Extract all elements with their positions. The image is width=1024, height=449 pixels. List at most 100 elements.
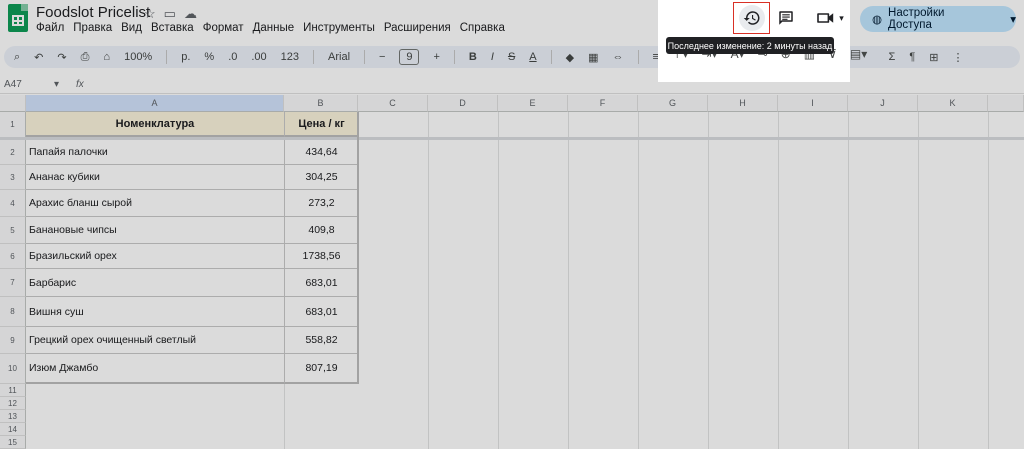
divider — [313, 50, 315, 64]
table-cell-price[interactable]: 1738,56 — [284, 244, 358, 269]
column-header-a[interactable]: A — [26, 95, 284, 112]
row-header[interactable]: 6 — [0, 244, 26, 269]
row-header[interactable]: 7 — [0, 269, 26, 297]
column-header-h[interactable]: H — [708, 95, 778, 112]
bold-icon[interactable]: B — [469, 51, 477, 63]
row-header[interactable]: 12 — [0, 397, 26, 410]
table-cell-price[interactable]: 434,64 — [284, 140, 358, 165]
row-header[interactable]: 3 — [0, 165, 26, 190]
menu-help[interactable]: Справка — [460, 22, 505, 34]
column-header-partial[interactable] — [988, 95, 1024, 112]
menu-format[interactable]: Формат — [203, 22, 244, 34]
table-cell-name[interactable]: Грецкий орех очищенный светлый — [26, 327, 284, 354]
table-cell-name[interactable]: Папайя палочки — [26, 140, 284, 165]
fill-color-icon[interactable]: ◆ — [566, 51, 574, 64]
menu-insert[interactable]: Вставка — [151, 22, 194, 34]
merge-cells-icon[interactable]: ⇔ — [613, 51, 624, 63]
row-header[interactable]: 9 — [0, 327, 26, 354]
row-header[interactable]: 14 — [0, 423, 26, 436]
table-cell-price[interactable]: 683,01 — [284, 297, 358, 327]
table-cell-name[interactable]: Арахис бланш сырой — [26, 190, 284, 217]
filter-views-icon[interactable]: ▤▾ — [850, 47, 867, 61]
font-select[interactable]: Arial — [328, 51, 350, 63]
column-header-j[interactable]: J — [848, 95, 918, 112]
folder-move-icon[interactable]: ▭ — [164, 6, 176, 22]
currency-format-button[interactable]: р. — [181, 51, 190, 63]
table-cell-price[interactable]: 683,01 — [284, 269, 358, 297]
table-header-name[interactable]: Номенклатура — [26, 112, 284, 138]
row-header[interactable]: 13 — [0, 410, 26, 423]
name-box[interactable]: A47 — [4, 79, 22, 90]
text-direction-icon[interactable]: ¶ — [909, 51, 915, 63]
column-header-b[interactable]: B — [284, 95, 358, 112]
decrease-decimal-button[interactable]: .0 — [228, 51, 237, 63]
table-cell-price[interactable]: 304,25 — [284, 165, 358, 190]
table-cell-price[interactable]: 409,8 — [284, 217, 358, 244]
column-header-g[interactable]: G — [638, 95, 708, 112]
font-size-decrease-icon[interactable]: − — [379, 51, 385, 63]
menu-file[interactable]: Файл — [36, 22, 64, 34]
column-header-i[interactable]: I — [778, 95, 848, 112]
column-header-c[interactable]: C — [358, 95, 428, 112]
comments-button[interactable] — [774, 6, 798, 30]
italic-icon[interactable]: I — [491, 51, 494, 63]
table-cell-name[interactable]: Барбарис — [26, 269, 284, 297]
row-header[interactable]: 1 — [0, 112, 26, 138]
row-header[interactable]: 10 — [0, 354, 26, 384]
redo-icon[interactable]: ↷ — [57, 51, 66, 64]
column-header-k[interactable]: K — [918, 95, 988, 112]
sheets-logo-icon[interactable] — [8, 4, 28, 32]
document-title[interactable]: Foodslot Pricelist — [36, 4, 150, 21]
search-menus-icon[interactable]: ⌕ — [14, 51, 20, 64]
paint-format-icon[interactable]: ⌂ — [103, 51, 110, 63]
functions-icon[interactable]: Σ — [889, 51, 896, 63]
table-cell-name[interactable]: Изюм Джамбо — [26, 354, 284, 384]
share-button[interactable]: ◍ Настройки Доступа ▾ — [860, 6, 1016, 32]
menu-edit[interactable]: Правка — [73, 22, 112, 34]
borders-icon[interactable]: ▦ — [588, 51, 598, 64]
meet-button[interactable]: ▾ — [812, 6, 848, 30]
column-header-d[interactable]: D — [428, 95, 498, 112]
more-options-icon[interactable]: ⋮ — [952, 51, 963, 64]
undo-icon[interactable]: ↶ — [34, 51, 43, 64]
history-icon — [738, 5, 765, 31]
font-size-input[interactable]: 9 — [399, 49, 420, 65]
table-cell-name[interactable]: Бразильский орех — [26, 244, 284, 269]
percent-format-button[interactable]: % — [204, 51, 214, 63]
cloud-status-icon[interactable]: ☁ — [184, 6, 197, 22]
print-icon[interactable]: ⎙ — [81, 51, 90, 64]
table-cell-name[interactable]: Вишня суш — [26, 297, 284, 327]
table-cell-price[interactable]: 273,2 — [284, 190, 358, 217]
row-header[interactable]: 11 — [0, 384, 26, 397]
name-box-dropdown-icon[interactable]: ▾ — [54, 79, 59, 90]
table-header-price[interactable]: Цена / кг — [284, 112, 358, 138]
row-header[interactable]: 15 — [0, 436, 26, 449]
table-cell-price[interactable]: 807,19 — [284, 354, 358, 384]
formatting-icon[interactable]: ⊞ — [929, 51, 938, 64]
strikethrough-icon[interactable]: S — [508, 51, 515, 63]
divider — [364, 50, 366, 64]
column-header-f[interactable]: F — [568, 95, 638, 112]
chevron-down-icon: ▾ — [839, 12, 844, 23]
select-all-corner[interactable] — [0, 95, 26, 112]
zoom-select[interactable]: 100% — [124, 51, 152, 63]
column-header-e[interactable]: E — [498, 95, 568, 112]
text-color-icon[interactable]: A — [529, 51, 536, 63]
table-cell-name[interactable]: Банановые чипсы — [26, 217, 284, 244]
version-history-button[interactable] — [733, 2, 770, 34]
row-header[interactable]: 8 — [0, 297, 26, 327]
number-format-button[interactable]: 123 — [281, 51, 299, 63]
grid-line — [778, 112, 779, 449]
increase-decimal-button[interactable]: .00 — [251, 51, 266, 63]
table-cell-name[interactable]: Ананас кубики — [26, 165, 284, 190]
font-size-increase-icon[interactable]: + — [433, 51, 439, 63]
table-cell-price[interactable]: 558,82 — [284, 327, 358, 354]
star-icon[interactable]: ☆ — [144, 6, 156, 22]
menu-extensions[interactable]: Расширения — [384, 22, 451, 34]
row-header[interactable]: 5 — [0, 217, 26, 244]
row-header[interactable]: 2 — [0, 140, 26, 165]
menu-view[interactable]: Вид — [121, 22, 142, 34]
menu-data[interactable]: Данные — [253, 22, 295, 34]
menu-tools[interactable]: Инструменты — [303, 22, 375, 34]
row-header[interactable]: 4 — [0, 190, 26, 217]
